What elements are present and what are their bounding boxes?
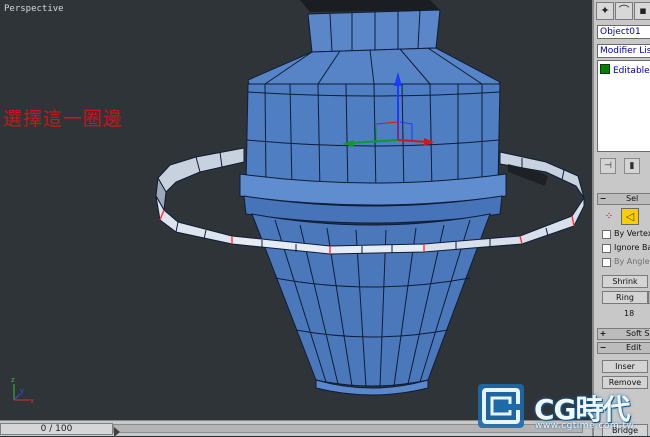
by-vertex-label: By Vertex [614, 229, 650, 238]
stack-item-label: Editable Po [613, 66, 650, 76]
axis-y-label: y [20, 387, 24, 395]
create-tab-icon[interactable]: ✦ [596, 2, 614, 20]
modifier-stack[interactable]: Editable Po [597, 60, 650, 152]
axis-x-label: x [30, 397, 34, 405]
edit-edges-rollout-header[interactable]: − Edit [597, 342, 650, 354]
vessel-lower-cone[interactable] [251, 213, 491, 387]
vessel-upper-body[interactable] [245, 83, 501, 186]
show-end-result-icon[interactable]: ▮ [624, 158, 640, 174]
watermark-url: www.cgtime.com.tw [535, 421, 635, 431]
modify-tab-icon[interactable]: ⌒ [615, 2, 633, 20]
pin-stack-icon[interactable]: ⊣ [600, 158, 616, 174]
viewport-label[interactable]: Perspective [4, 4, 64, 14]
stack-item-editable-poly[interactable]: Editable Po [600, 64, 650, 76]
perspective-viewport[interactable]: x z y Perspective 選擇這一圈邊 [0, 0, 592, 420]
by-angle-checkbox[interactable] [602, 258, 611, 267]
hierarchy-tab-icon[interactable]: ▪ [634, 2, 650, 20]
collapse-icon: − [599, 343, 607, 352]
vertex-select-icon[interactable]: ⁘ [602, 210, 616, 224]
editable-poly-icon [600, 64, 610, 74]
selection-rollout-header[interactable]: − Sel [597, 193, 650, 205]
shrink-button[interactable]: Shrink [602, 275, 648, 288]
time-slider-thumb[interactable]: 0 / 100 [0, 423, 113, 435]
object-name-field[interactable]: Object01 [597, 25, 650, 39]
soft-selection-rollout-header[interactable]: + Soft S [597, 328, 650, 340]
ignore-backfacing-checkbox[interactable] [602, 244, 611, 253]
vessel-neck[interactable] [307, 9, 441, 53]
edge-select-icon[interactable]: ◁ [621, 208, 639, 225]
command-panel: ✦ ⌒ ▪ Object01 Modifier List Editable Po… [592, 0, 650, 436]
by-angle-label: By Angle [614, 257, 650, 266]
annotation-text: 選擇這一圈邊 [3, 108, 124, 130]
collapse-icon: − [599, 194, 607, 203]
ignore-backfacing-label: Ignore Ba [614, 243, 650, 252]
expand-icon: + [599, 329, 607, 338]
scene-canvas[interactable]: x z y [0, 0, 592, 420]
axis-z-label: z [11, 376, 15, 384]
modifier-list-dropdown[interactable]: Modifier List [597, 44, 650, 58]
selection-count: 18 [624, 309, 635, 318]
ring-button[interactable]: Ring [602, 291, 648, 304]
by-vertex-checkbox[interactable] [602, 230, 611, 239]
insert-vertex-button[interactable]: Inser [602, 360, 648, 373]
